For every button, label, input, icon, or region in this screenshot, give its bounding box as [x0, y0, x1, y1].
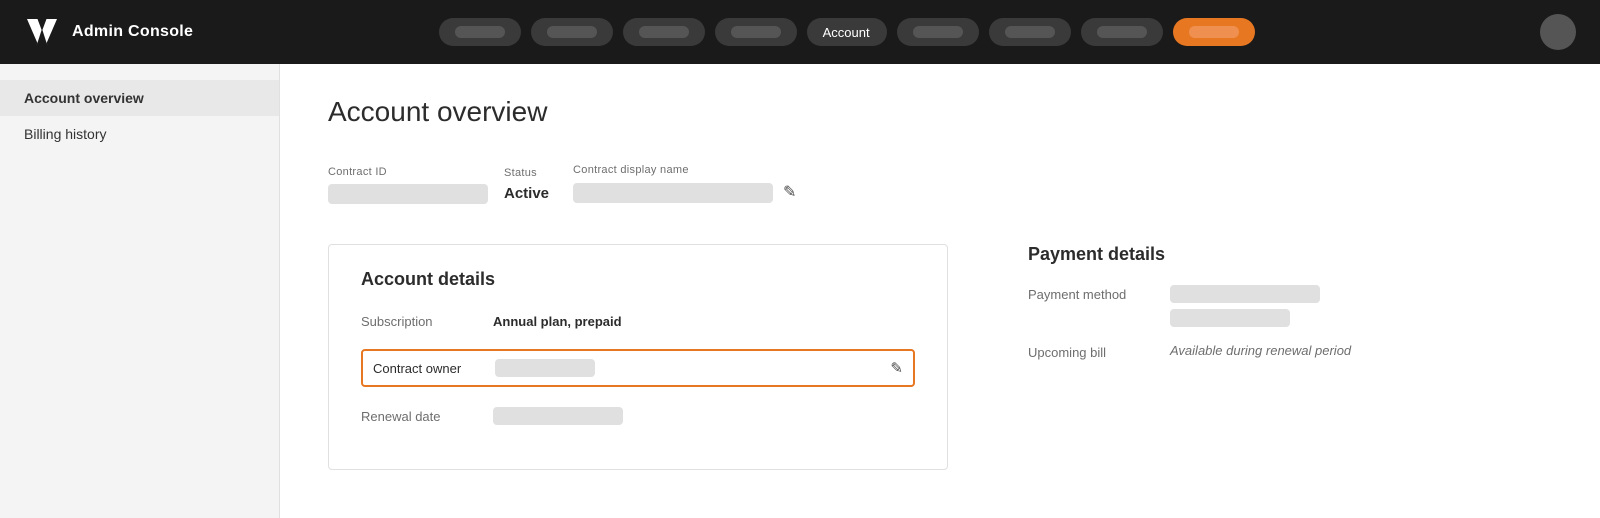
contract-display-row: ✎ — [573, 182, 796, 204]
nav-pill-6[interactable] — [989, 18, 1071, 46]
nav-pill-1-inner — [455, 26, 505, 38]
nav-pill-account[interactable]: Account — [807, 18, 887, 46]
contract-display-name-edit-icon[interactable]: ✎ — [783, 182, 796, 204]
subscription-row: Subscription Annual plan, prepaid — [361, 310, 915, 333]
renewal-date-value — [493, 407, 623, 425]
nav-pill-8[interactable] — [1173, 18, 1255, 46]
renewal-date-label: Renewal date — [361, 409, 481, 424]
contract-id-value — [328, 184, 488, 204]
main-content: Account overview Contract ID Status Acti… — [280, 64, 1600, 518]
sidebar-item-billing-history[interactable]: Billing history — [0, 116, 279, 152]
nav-pill-5-inner — [913, 26, 963, 38]
nav-pill-8-inner — [1189, 26, 1239, 38]
nav-pill-3[interactable] — [623, 18, 705, 46]
payment-details-title: Payment details — [1028, 244, 1508, 265]
payment-details-card: Payment details Payment method Upcoming … — [1008, 244, 1508, 470]
nav-pill-4[interactable] — [715, 18, 797, 46]
payment-method-bar-2 — [1170, 309, 1290, 327]
nav-pills-group: Account — [153, 18, 1540, 46]
adobe-logo-icon — [24, 14, 60, 50]
nav-pill-3-inner — [639, 26, 689, 38]
upcoming-bill-label: Upcoming bill — [1028, 343, 1158, 360]
upcoming-bill-row: Upcoming bill Available during renewal p… — [1028, 343, 1508, 360]
payment-method-value-group — [1170, 285, 1320, 327]
bottom-section: Account details Subscription Annual plan… — [328, 244, 1552, 470]
contract-display-name-field: Contract display name ✎ — [573, 164, 796, 204]
account-nav-label: Account — [823, 25, 870, 40]
page-title: Account overview — [328, 96, 1552, 128]
upcoming-bill-value: Available during renewal period — [1170, 343, 1351, 358]
status-value: Active — [504, 185, 549, 204]
contract-display-name-value — [573, 183, 773, 203]
contract-row: Contract ID Status Active Contract displ… — [328, 164, 1552, 204]
nav-pill-7-inner — [1097, 26, 1147, 38]
subscription-label: Subscription — [361, 314, 481, 329]
contract-display-name-label: Contract display name — [573, 164, 796, 176]
subscription-value: Annual plan, prepaid — [493, 314, 622, 329]
nav-pill-5[interactable] — [897, 18, 979, 46]
nav-pill-2-inner — [547, 26, 597, 38]
payment-method-bar-1 — [1170, 285, 1320, 303]
status-field: Status Active — [488, 167, 565, 204]
nav-pill-4-inner — [731, 26, 781, 38]
contract-id-label: Contract ID — [328, 166, 488, 178]
contract-owner-label: Contract owner — [373, 361, 483, 376]
nav-pill-6-inner — [1005, 26, 1055, 38]
sidebar: Account overview Billing history — [0, 64, 280, 518]
contract-owner-edit-icon[interactable]: ✎ — [890, 359, 903, 377]
user-avatar-button[interactable] — [1540, 14, 1576, 50]
topnav-right-area — [1540, 14, 1576, 50]
main-wrapper: Account overview Billing history Account… — [0, 64, 1600, 518]
renewal-date-row: Renewal date — [361, 403, 915, 429]
payment-method-label: Payment method — [1028, 285, 1158, 302]
nav-pill-7[interactable] — [1081, 18, 1163, 46]
contract-owner-value — [495, 359, 595, 377]
top-navigation: Admin Console Account — [0, 0, 1600, 64]
sidebar-item-account-overview[interactable]: Account overview — [0, 80, 279, 116]
nav-pill-2[interactable] — [531, 18, 613, 46]
nav-pill-1[interactable] — [439, 18, 521, 46]
status-label: Status — [504, 167, 549, 179]
contract-owner-row: Contract owner ✎ — [361, 349, 915, 387]
contract-id-field: Contract ID — [328, 166, 488, 204]
payment-method-row: Payment method — [1028, 285, 1508, 327]
account-details-title: Account details — [361, 269, 915, 290]
account-details-card: Account details Subscription Annual plan… — [328, 244, 948, 470]
